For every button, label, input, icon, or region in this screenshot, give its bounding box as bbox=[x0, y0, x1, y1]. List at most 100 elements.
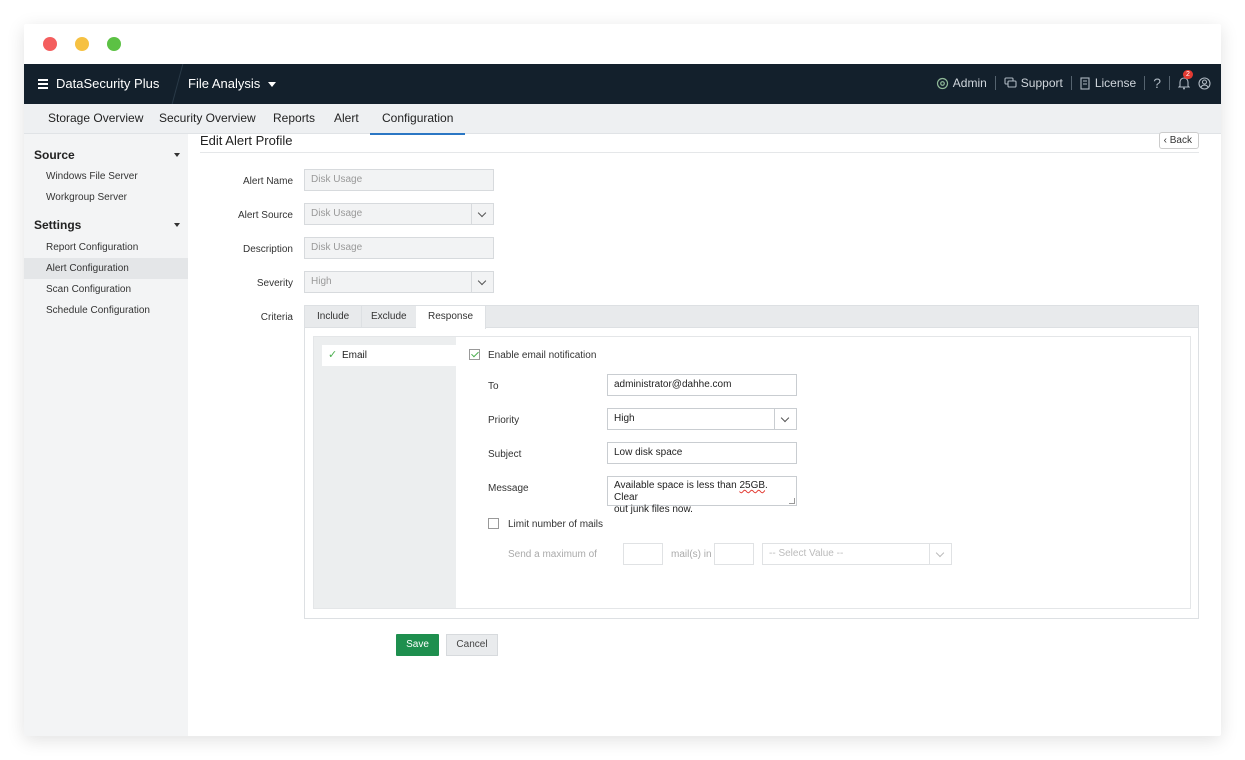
tab-alert[interactable]: Alert bbox=[334, 111, 359, 125]
dropdown-button[interactable] bbox=[471, 272, 493, 292]
severity-value: High bbox=[311, 276, 332, 287]
sidebar-item-scan-configuration[interactable]: Scan Configuration bbox=[24, 279, 188, 300]
title-divider bbox=[200, 152, 1199, 153]
admin-menu[interactable]: Admin bbox=[936, 76, 987, 90]
alert-name-label: Alert Name bbox=[242, 176, 293, 187]
caret-down-icon bbox=[174, 153, 180, 157]
limit-mails-label: Limit number of mails bbox=[508, 519, 604, 530]
license-label: License bbox=[1094, 76, 1137, 90]
user-avatar-icon[interactable] bbox=[1198, 76, 1211, 90]
caret-down-icon bbox=[268, 82, 277, 88]
chevron-down-icon bbox=[780, 413, 790, 423]
sidebar-heading-source[interactable]: Source bbox=[34, 148, 180, 162]
resize-handle-icon[interactable] bbox=[789, 498, 795, 504]
channel-list: ✓ Email bbox=[314, 337, 456, 608]
dropdown-button[interactable] bbox=[774, 409, 796, 429]
tab-security-overview[interactable]: Security Overview bbox=[159, 111, 256, 125]
criteria-panel: Include Exclude Response ✓ Email Enable … bbox=[304, 305, 1199, 619]
subject-field[interactable]: Low disk space bbox=[607, 442, 797, 464]
help-icon[interactable]: ? bbox=[1153, 75, 1161, 91]
notification-badge: 2 bbox=[1183, 69, 1193, 79]
tab-configuration[interactable]: Configuration bbox=[369, 111, 466, 135]
sidebar-item-report-configuration[interactable]: Report Configuration bbox=[24, 237, 188, 258]
save-button[interactable]: Save bbox=[396, 634, 439, 656]
alert-source-select[interactable]: Disk Usage bbox=[304, 203, 494, 225]
back-label: Back bbox=[1169, 135, 1192, 146]
tab-response[interactable]: Response bbox=[416, 306, 487, 329]
sidebar-item-workgroup-server[interactable]: Workgroup Server bbox=[24, 187, 188, 208]
channel-label: Email bbox=[342, 350, 368, 361]
license-menu[interactable]: License bbox=[1080, 76, 1136, 90]
brand-name[interactable]: DataSecurity Plus bbox=[56, 76, 159, 91]
sidebar-item-schedule-configuration[interactable]: Schedule Configuration bbox=[24, 300, 188, 321]
criteria-tabs: Include Exclude Response bbox=[305, 306, 1198, 329]
maximize-window-button[interactable] bbox=[107, 37, 121, 51]
alert-name-field[interactable]: Disk Usage bbox=[304, 169, 494, 191]
to-field[interactable]: administrator@dahhe.com bbox=[607, 374, 797, 396]
max-mails-input[interactable] bbox=[623, 543, 663, 565]
close-window-button[interactable] bbox=[43, 37, 57, 51]
tab-include[interactable]: Include bbox=[305, 306, 363, 328]
sidebar-item-windows-file-server[interactable]: Windows File Server bbox=[24, 166, 188, 187]
header-divider bbox=[158, 64, 184, 104]
send-max-label: Send a maximum of bbox=[508, 549, 597, 560]
chat-icon bbox=[1004, 77, 1017, 88]
license-icon bbox=[1080, 76, 1090, 90]
message-misspelled-word: 25GB bbox=[739, 480, 766, 491]
enable-email-label: Enable email notification bbox=[488, 350, 597, 361]
tab-exclude[interactable]: Exclude bbox=[359, 306, 420, 328]
header-actions: Admin Support License ? 2 bbox=[936, 69, 1211, 91]
response-panel: ✓ Email Enable email notification To adm… bbox=[313, 336, 1191, 609]
dropdown-button[interactable] bbox=[929, 544, 951, 564]
criteria-label: Criteria bbox=[260, 312, 293, 323]
minimize-window-button[interactable] bbox=[75, 37, 89, 51]
chevron-down-icon bbox=[935, 548, 945, 558]
sidebar: Source Windows File Server Workgroup Ser… bbox=[24, 134, 188, 736]
interval-unit-select[interactable]: -- Select Value -- bbox=[762, 543, 952, 565]
severity-select[interactable]: High bbox=[304, 271, 494, 293]
enable-email-checkbox[interactable] bbox=[469, 349, 480, 360]
to-label: To bbox=[488, 381, 499, 392]
header-separator bbox=[994, 76, 996, 90]
sidebar-heading-label: Source bbox=[34, 148, 75, 162]
back-button[interactable]: ‹ Back bbox=[1158, 132, 1199, 149]
app-header: DataSecurity Plus File Analysis Admin Su… bbox=[24, 64, 1221, 104]
interval-unit-placeholder: -- Select Value -- bbox=[769, 548, 844, 559]
header-separator bbox=[1070, 76, 1072, 90]
tab-storage-overview[interactable]: Storage Overview bbox=[48, 111, 143, 125]
page-title: Edit Alert Profile bbox=[200, 133, 293, 148]
checkmark-icon: ✓ bbox=[328, 349, 338, 361]
support-label: Support bbox=[1020, 76, 1063, 90]
sidebar-heading-label: Settings bbox=[34, 218, 82, 232]
main-content: Edit Alert Profile ‹ Back Alert Name Dis… bbox=[188, 132, 1221, 736]
mails-in-label: mail(s) in bbox=[671, 549, 712, 560]
admin-gear-icon bbox=[936, 77, 948, 89]
priority-value: High bbox=[614, 413, 635, 424]
support-menu[interactable]: Support bbox=[1004, 76, 1063, 90]
hamburger-menu-icon[interactable] bbox=[38, 79, 48, 91]
sidebar-item-alert-configuration[interactable]: Alert Configuration bbox=[24, 258, 188, 279]
message-text-part1: Available space is less than bbox=[614, 480, 740, 491]
header-separator bbox=[1144, 76, 1146, 90]
priority-select[interactable]: High bbox=[607, 408, 797, 430]
interval-input[interactable] bbox=[714, 543, 754, 565]
tab-reports[interactable]: Reports bbox=[273, 111, 315, 125]
notification-bell[interactable]: 2 bbox=[1178, 69, 1193, 90]
caret-down-icon bbox=[174, 223, 180, 227]
priority-label: Priority bbox=[488, 415, 520, 426]
alert-source-value: Disk Usage bbox=[311, 208, 363, 219]
chevron-down-icon bbox=[477, 208, 487, 218]
description-field[interactable]: Disk Usage bbox=[304, 237, 494, 259]
admin-label: Admin bbox=[952, 76, 987, 90]
subject-label: Subject bbox=[488, 449, 522, 460]
channel-item-email[interactable]: ✓ Email bbox=[322, 345, 456, 366]
module-label: File Analysis bbox=[188, 76, 261, 91]
cancel-button[interactable]: Cancel bbox=[446, 634, 498, 656]
sidebar-heading-settings[interactable]: Settings bbox=[34, 218, 180, 232]
limit-mails-checkbox[interactable] bbox=[488, 518, 499, 529]
module-selector[interactable]: File Analysis bbox=[188, 76, 277, 91]
message-label: Message bbox=[488, 483, 529, 494]
window-titlebar bbox=[24, 24, 1221, 64]
dropdown-button[interactable] bbox=[471, 204, 493, 224]
message-textarea[interactable]: Available space is less than 25GB. Clear… bbox=[607, 476, 797, 515]
